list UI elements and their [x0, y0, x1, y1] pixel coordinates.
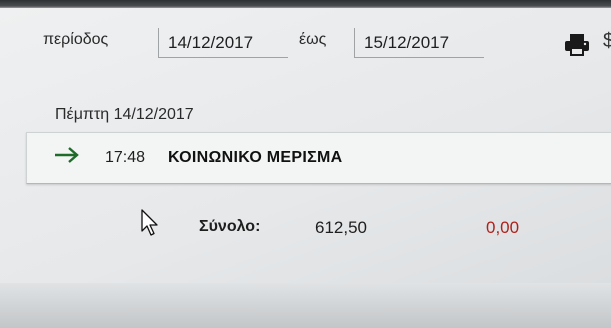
period-label: περίοδος	[43, 31, 109, 48]
arrow-right-icon	[53, 144, 81, 171]
from-date-field[interactable]: 14/12/2017	[158, 28, 288, 58]
event-time: 17:48	[105, 149, 146, 166]
partial-toolbar-icon[interactable]: $	[603, 30, 611, 53]
mouse-cursor-icon	[141, 209, 161, 242]
event-row[interactable]: 17:48 ΚΟΙΝΩΝΙΚΟ ΜΕΡΙΣΜΑ	[26, 132, 611, 184]
event-title: ΚΟΙΝΩΝΙΚΟ ΜΕΡΙΣΜΑ	[168, 149, 343, 166]
bottom-shade	[0, 283, 611, 328]
to-date-field[interactable]: 15/12/2017	[354, 28, 484, 58]
total-value: 612,50	[315, 218, 367, 237]
day-header: Πέμπτη 14/12/2017	[55, 106, 194, 123]
total-label: Σύνολο:	[199, 218, 261, 235]
printer-icon[interactable]	[563, 33, 591, 62]
total-negative-value: 0,00	[486, 218, 520, 237]
to-label: έως	[299, 31, 327, 48]
